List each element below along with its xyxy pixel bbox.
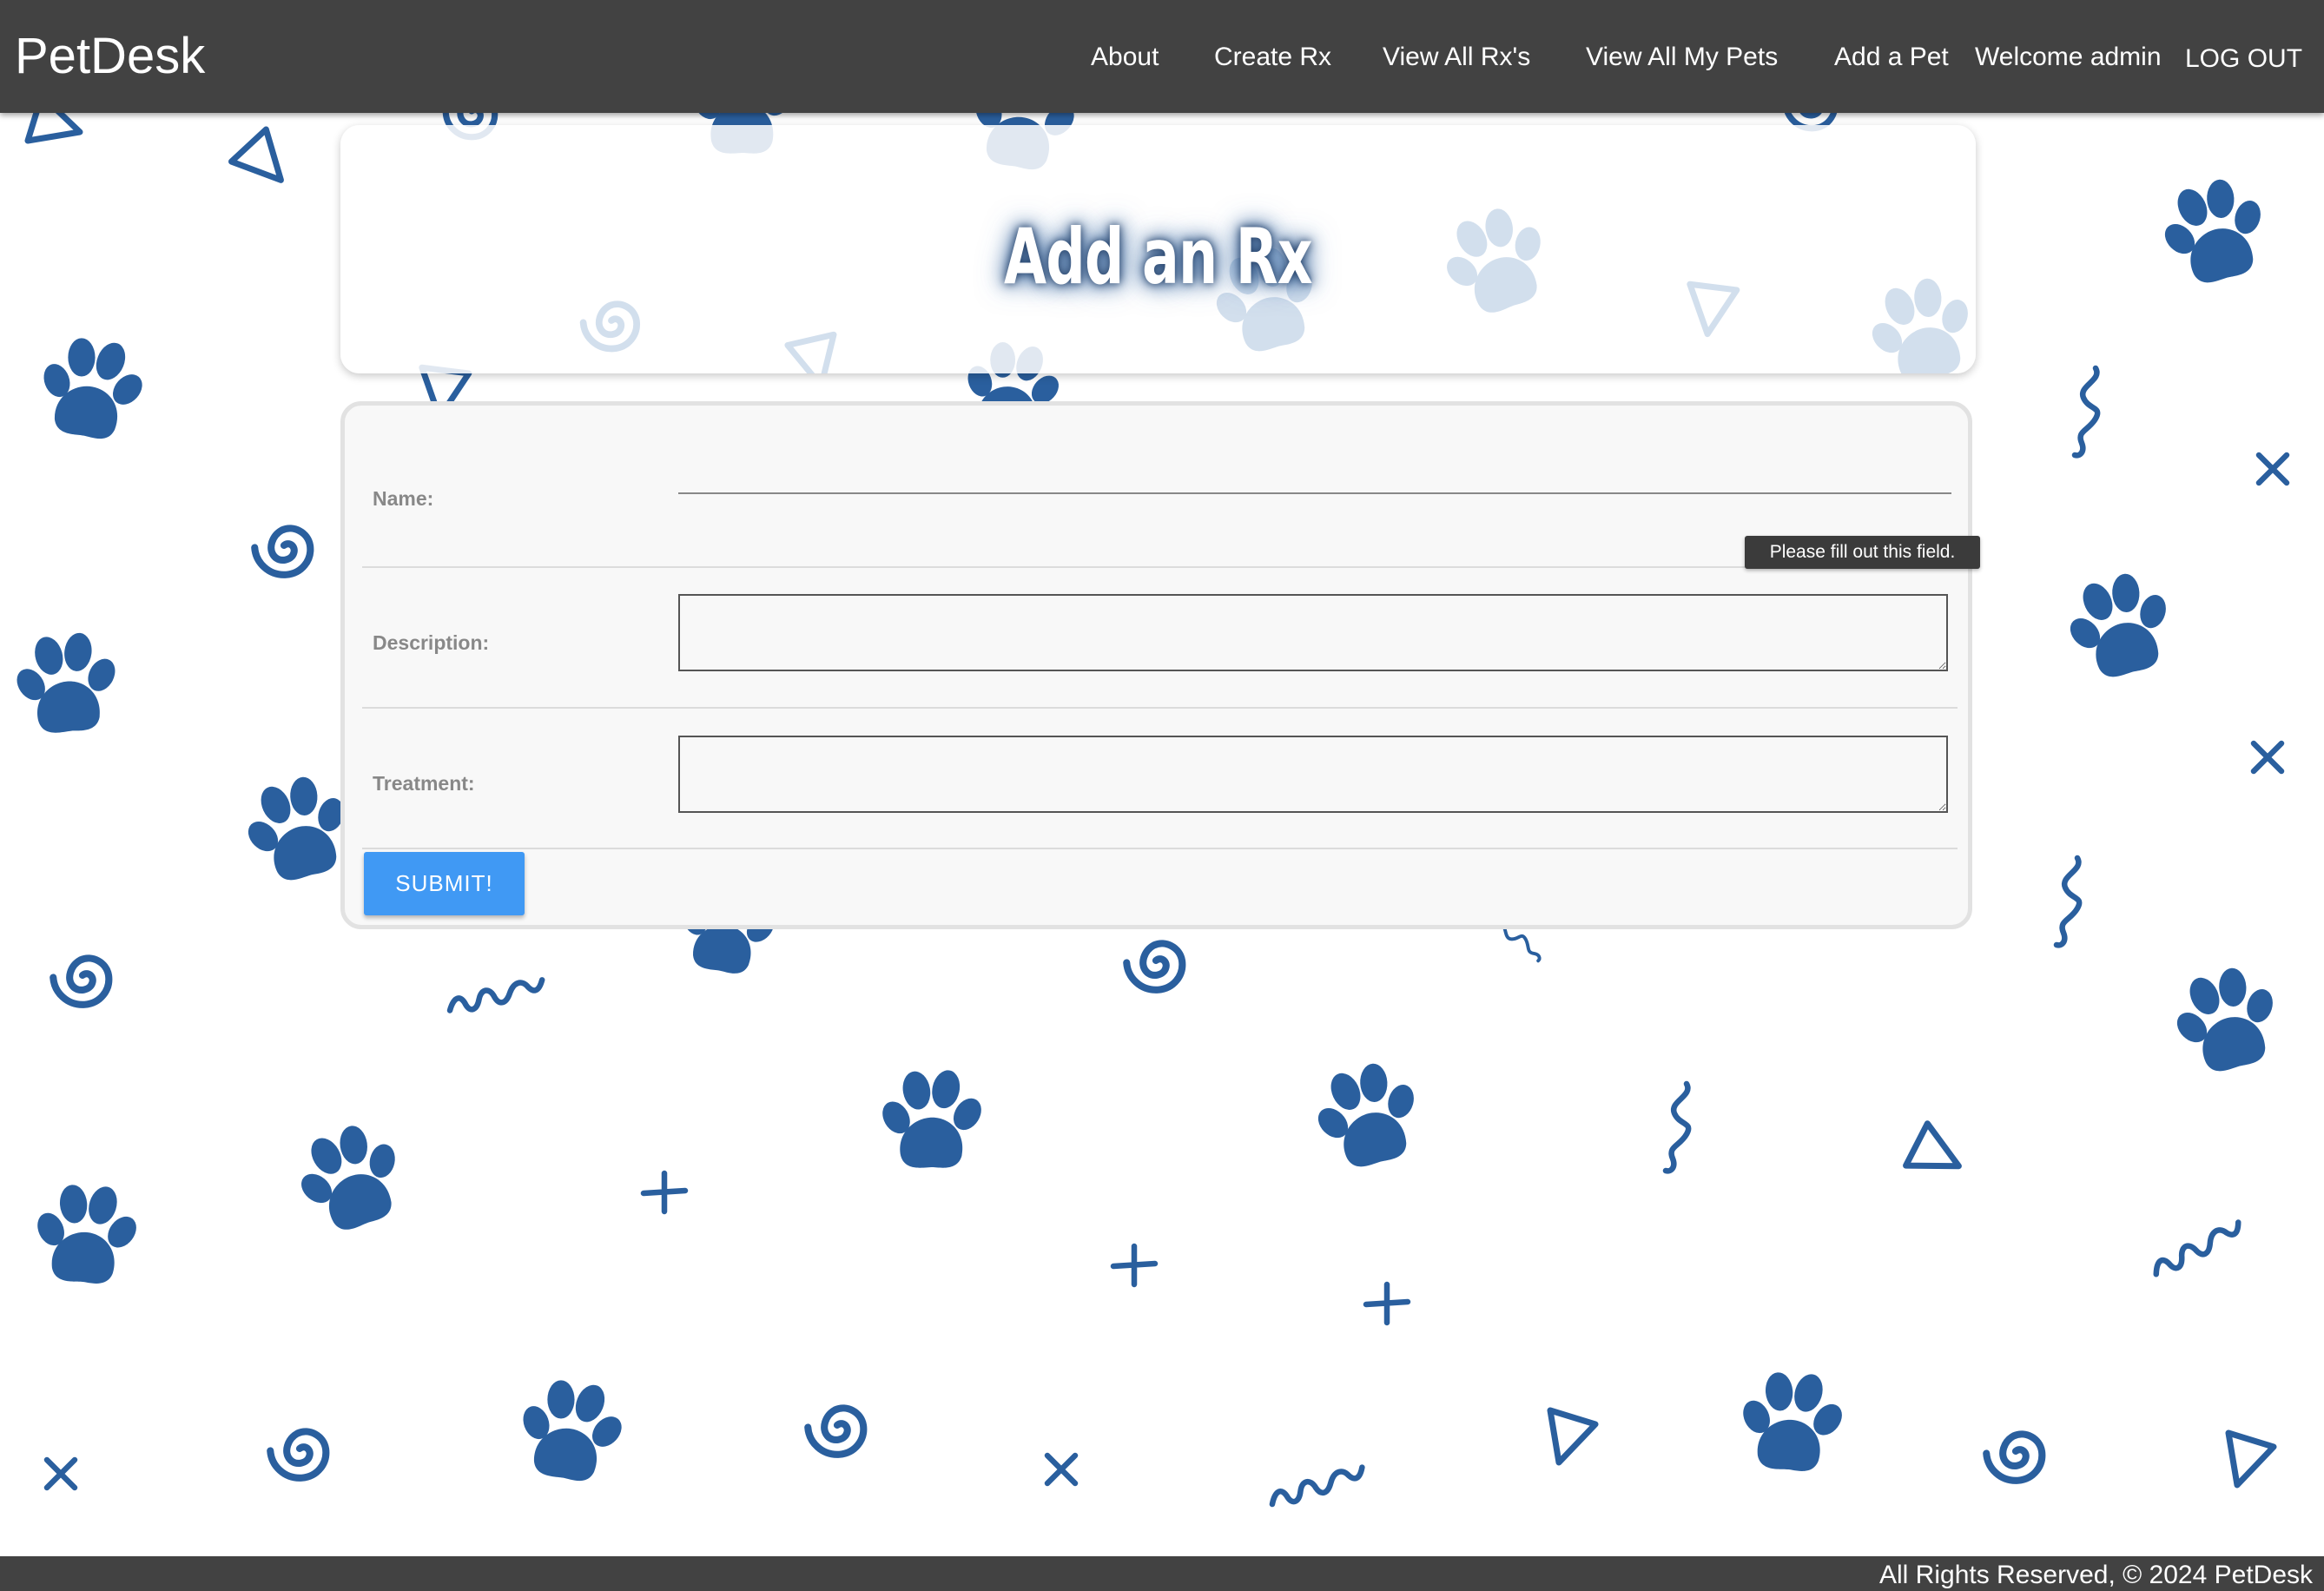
nav-about-link[interactable]: About bbox=[1091, 38, 1159, 76]
row-divider bbox=[362, 566, 1958, 568]
row-divider bbox=[362, 707, 1958, 709]
add-rx-form: Name: Description: Treatment: SUBMIT! bbox=[340, 401, 1972, 929]
nav-view-all-rx-link[interactable]: View All Rx's bbox=[1383, 38, 1530, 76]
page-title: Add an Rx bbox=[1004, 212, 1313, 301]
name-input[interactable] bbox=[678, 439, 1951, 494]
nav-view-all-my-pets-link[interactable]: View All My Pets bbox=[1586, 38, 1778, 76]
top-navbar: PetDesk About Create Rx View All Rx's Vi… bbox=[0, 0, 2324, 113]
description-label: Description: bbox=[373, 631, 490, 654]
brand-logo-link[interactable]: PetDesk bbox=[15, 26, 205, 87]
page-footer: All Rights Reserved, © 2024 PetDesk bbox=[0, 1556, 2324, 1591]
name-label: Name: bbox=[373, 487, 434, 510]
row-divider bbox=[362, 848, 1958, 849]
copyright-text: All Rights Reserved, © 2024 PetDesk bbox=[1879, 1561, 2313, 1589]
nav-add-a-pet-link[interactable]: Add a Pet bbox=[1834, 38, 1949, 76]
page-header-card: Add an Rx bbox=[340, 125, 1976, 373]
welcome-user-text: Welcome admin bbox=[1975, 43, 2162, 71]
description-textarea[interactable] bbox=[678, 594, 1948, 671]
treatment-label: Treatment: bbox=[373, 772, 475, 795]
treatment-textarea[interactable] bbox=[678, 736, 1948, 813]
nav-create-rx-link[interactable]: Create Rx bbox=[1214, 38, 1331, 76]
logout-button[interactable]: LOG OUT bbox=[2185, 40, 2302, 78]
submit-button[interactable]: SUBMIT! bbox=[364, 852, 525, 915]
validation-tooltip: Please fill out this field. bbox=[1745, 536, 1980, 569]
